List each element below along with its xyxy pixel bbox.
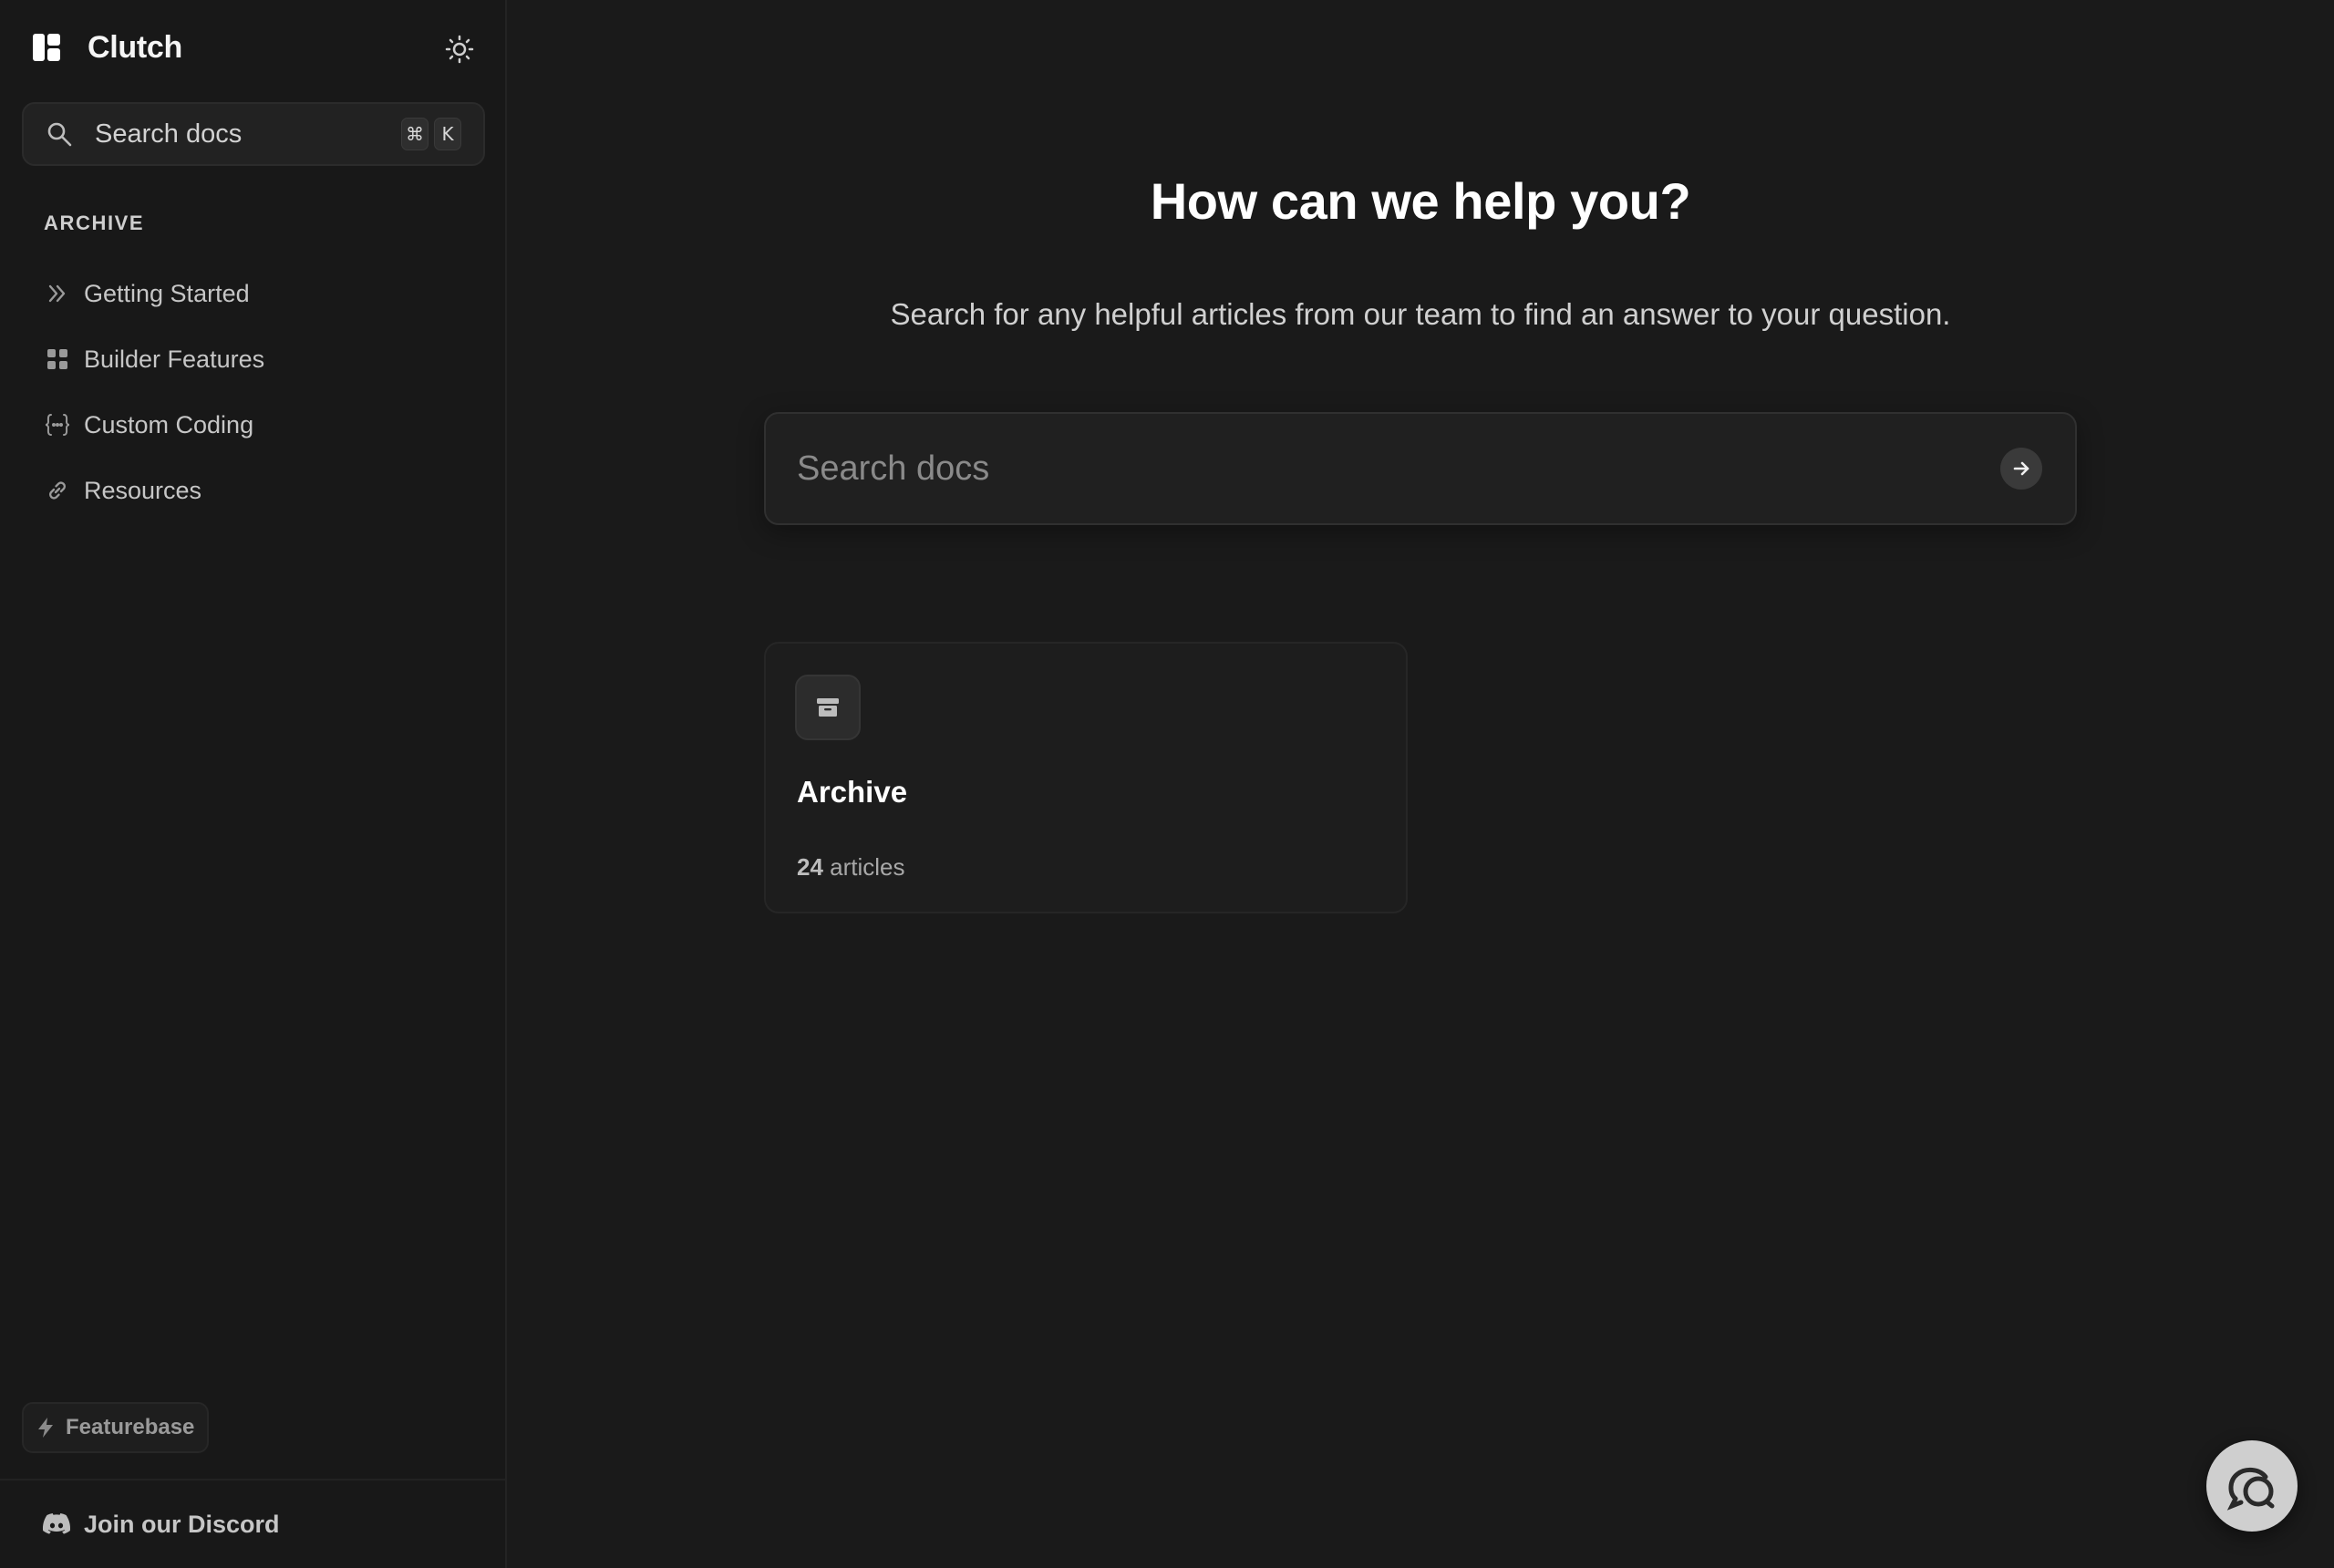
discord-link[interactable]: Join our Discord [42,1506,280,1542]
sidebar-divider [0,1479,505,1480]
link-icon [44,477,71,504]
main-search-placeholder: Search docs [797,449,990,488]
sidebar: Clutch Search docs ⌘ K ARCHIVE Getting S… [0,0,507,1568]
sidebar-item-resources[interactable]: Resources [29,458,478,523]
chat-launcher-button[interactable] [2206,1440,2298,1532]
discord-icon [42,1513,71,1534]
brand-name: Clutch [88,29,182,65]
sidebar-nav: Getting Started Builder Features Custom … [29,261,478,523]
archive-box-icon [795,675,861,740]
sidebar-item-builder-features[interactable]: Builder Features [29,326,478,392]
code-braces-icon [44,411,71,438]
featurebase-badge[interactable]: Featurebase [22,1402,210,1453]
sidebar-item-label: Custom Coding [84,410,254,438]
collection-title: Archive [797,775,908,809]
sidebar-search-label: Search docs [95,119,243,149]
main-content: How can we help you? Search for any help… [507,0,2334,1568]
search-submit-button[interactable] [2000,448,2042,490]
theme-toggle-button[interactable] [441,31,478,67]
app-root: Clutch Search docs ⌘ K ARCHIVE Getting S… [0,0,2334,1568]
kbd-key: K [434,118,461,150]
article-count-number: 24 [797,853,823,881]
main-search-input[interactable]: Search docs [764,412,2077,525]
discord-label: Join our Discord [84,1510,280,1538]
search-icon [47,122,72,147]
sidebar-item-label: Resources [84,476,202,504]
grid-icon [44,346,71,373]
sidebar-section-title: ARCHIVE [44,211,145,234]
sidebar-item-label: Getting Started [84,279,250,307]
brand[interactable]: Clutch [33,26,182,69]
lightning-icon [38,1418,53,1438]
page-subtitle: Search for any helpful articles from our… [890,297,1951,331]
layout-panels-icon [33,34,60,61]
arrow-right-icon [2013,461,2029,476]
sidebar-search-button[interactable]: Search docs ⌘ K [22,102,485,166]
chevrons-right-icon [44,280,71,307]
featurebase-label: Featurebase [66,1415,195,1439]
sidebar-item-custom-coding[interactable]: Custom Coding [29,392,478,458]
chat-bubble-icon [2226,1468,2275,1511]
sidebar-item-label: Builder Features [84,345,265,373]
article-count-suffix: articles [830,853,905,881]
sun-icon [445,35,474,64]
kbd-meta: ⌘ [401,118,429,150]
collection-card-archive[interactable]: Archive 24 articles [764,642,1408,913]
sidebar-item-getting-started[interactable]: Getting Started [29,261,478,326]
collection-article-count: 24 articles [797,853,905,882]
page-title: How can we help you? [1150,172,1691,230]
